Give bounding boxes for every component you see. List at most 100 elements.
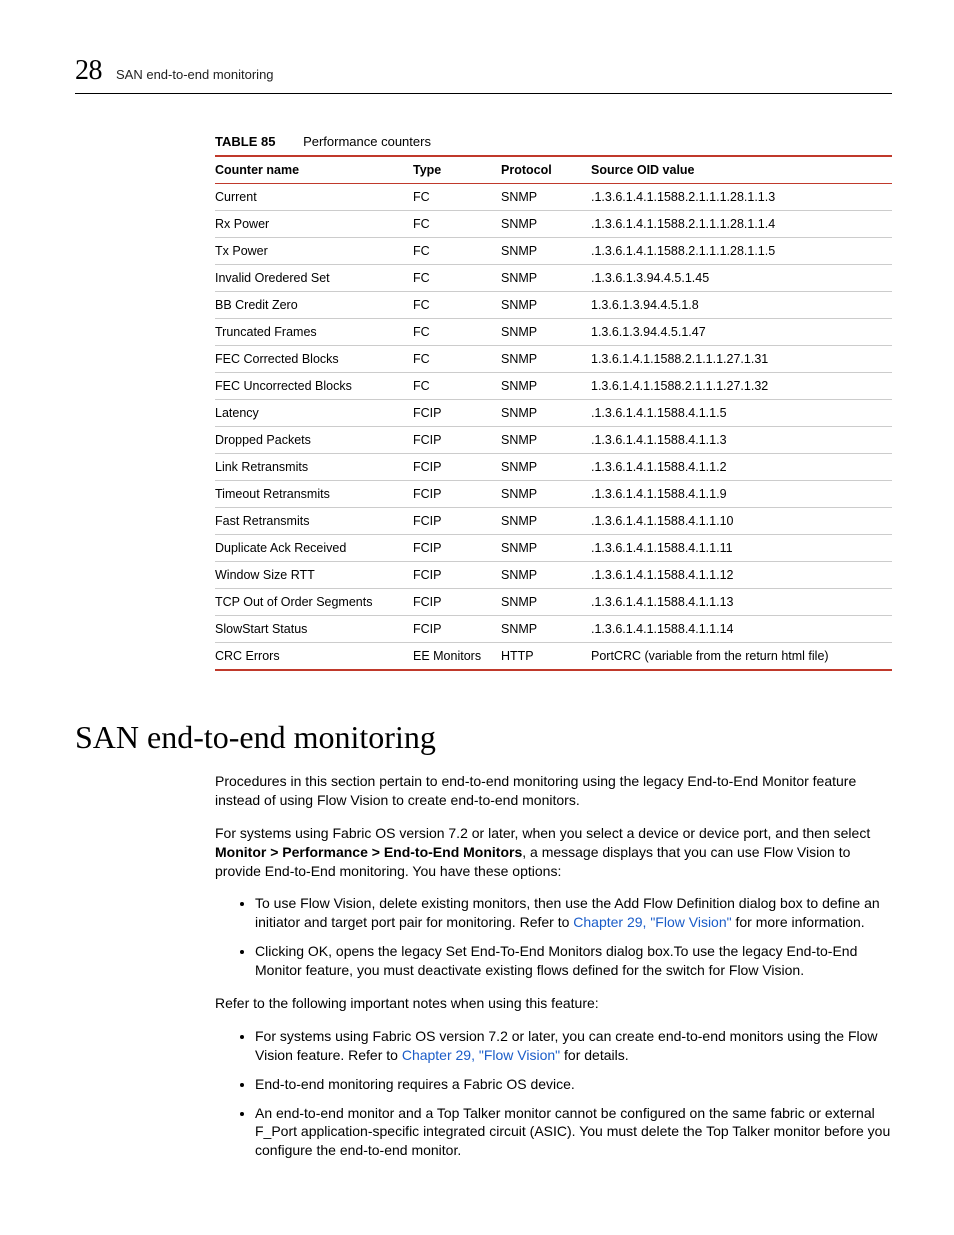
table-cell: FCIP xyxy=(413,589,501,616)
table-cell: SNMP xyxy=(501,265,591,292)
table-cell: .1.3.6.1.4.1.1588.4.1.1.10 xyxy=(591,508,892,535)
table-cell: FC xyxy=(413,265,501,292)
bullet-list: To use Flow Vision, delete existing moni… xyxy=(215,894,892,980)
table-row: Fast RetransmitsFCIPSNMP.1.3.6.1.4.1.158… xyxy=(215,508,892,535)
table-cell: SNMP xyxy=(501,346,591,373)
text-run: For systems using Fabric OS version 7.2 … xyxy=(215,825,870,841)
paragraph: Procedures in this section pertain to en… xyxy=(215,772,892,810)
table-cell: SNMP xyxy=(501,400,591,427)
table-cell: SNMP xyxy=(501,481,591,508)
table-cell: .1.3.6.1.4.1.1588.2.1.1.1.28.1.1.4 xyxy=(591,211,892,238)
table-cell: FCIP xyxy=(413,427,501,454)
table-cell: Duplicate Ack Received xyxy=(215,535,413,562)
table-cell: .1.3.6.1.4.1.1588.4.1.1.14 xyxy=(591,616,892,643)
cross-reference-link[interactable]: Chapter 29, "Flow Vision" xyxy=(573,914,731,930)
table-row: LatencyFCIPSNMP.1.3.6.1.4.1.1588.4.1.1.5 xyxy=(215,400,892,427)
table-cell: FCIP xyxy=(413,535,501,562)
table-cell: Timeout Retransmits xyxy=(215,481,413,508)
table-cell: .1.3.6.1.4.1.1588.4.1.1.13 xyxy=(591,589,892,616)
text-run: for details. xyxy=(560,1047,628,1063)
table-cell: FC xyxy=(413,184,501,211)
table-cell: FC xyxy=(413,238,501,265)
running-header: 28 SAN end-to-end monitoring xyxy=(75,55,892,94)
table-cell: SNMP xyxy=(501,508,591,535)
table-cell: FCIP xyxy=(413,616,501,643)
performance-counters-table: Counter name Type Protocol Source OID va… xyxy=(215,155,892,671)
table-cell: FC xyxy=(413,211,501,238)
table-cell: .1.3.6.1.4.1.1588.4.1.1.5 xyxy=(591,400,892,427)
table-cell: .1.3.6.1.4.1.1588.4.1.1.3 xyxy=(591,427,892,454)
chapter-number: 28 xyxy=(75,55,102,87)
table-header-row: Counter name Type Protocol Source OID va… xyxy=(215,156,892,184)
paragraph: For systems using Fabric OS version 7.2 … xyxy=(215,824,892,881)
table-cell: BB Credit Zero xyxy=(215,292,413,319)
table-cell: Rx Power xyxy=(215,211,413,238)
table-row: Truncated FramesFCSNMP1.3.6.1.3.94.4.5.1… xyxy=(215,319,892,346)
running-title: SAN end-to-end monitoring xyxy=(116,67,274,82)
bullet-list: For systems using Fabric OS version 7.2 … xyxy=(215,1027,892,1160)
table-cell: FCIP xyxy=(413,481,501,508)
table-row: SlowStart StatusFCIPSNMP.1.3.6.1.4.1.158… xyxy=(215,616,892,643)
text-run: , opens the legacy xyxy=(328,943,446,959)
table-cell: Tx Power xyxy=(215,238,413,265)
col-header-type: Type xyxy=(413,156,501,184)
table-row: Window Size RTTFCIPSNMP.1.3.6.1.4.1.1588… xyxy=(215,562,892,589)
table-cell: SlowStart Status xyxy=(215,616,413,643)
table-cell: SNMP xyxy=(501,184,591,211)
table-row: Timeout RetransmitsFCIPSNMP.1.3.6.1.4.1.… xyxy=(215,481,892,508)
table-row: FEC Corrected BlocksFCSNMP1.3.6.1.4.1.15… xyxy=(215,346,892,373)
table-row: CRC ErrorsEE MonitorsHTTPPortCRC (variab… xyxy=(215,643,892,671)
list-item: End-to-end monitoring requires a Fabric … xyxy=(255,1075,892,1094)
table-cell: PortCRC (variable from the return html f… xyxy=(591,643,892,671)
table-cell: SNMP xyxy=(501,211,591,238)
table-cell: .1.3.6.1.4.1.1588.4.1.1.12 xyxy=(591,562,892,589)
table-cell: Window Size RTT xyxy=(215,562,413,589)
table-cell: .1.3.6.1.4.1.1588.4.1.1.2 xyxy=(591,454,892,481)
col-header-source-oid: Source OID value xyxy=(591,156,892,184)
list-item: To use Flow Vision, delete existing moni… xyxy=(255,894,892,932)
table-label: TABLE 85 xyxy=(215,134,275,149)
table-cell: FC xyxy=(413,346,501,373)
table-cell: SNMP xyxy=(501,535,591,562)
table-cell: Latency xyxy=(215,400,413,427)
text-run: To use Flow Vision, delete existing moni… xyxy=(255,895,614,911)
table-row: Tx PowerFCSNMP.1.3.6.1.4.1.1588.2.1.1.1.… xyxy=(215,238,892,265)
bold-text: Monitor > Performance > End-to-End Monit… xyxy=(215,844,522,860)
table-cell: .1.3.6.1.4.1.1588.4.1.1.11 xyxy=(591,535,892,562)
table-row: Duplicate Ack ReceivedFCIPSNMP.1.3.6.1.4… xyxy=(215,535,892,562)
table-title: Performance counters xyxy=(303,134,431,149)
table-row: FEC Uncorrected BlocksFCSNMP1.3.6.1.4.1.… xyxy=(215,373,892,400)
table-cell: .1.3.6.1.3.94.4.5.1.45 xyxy=(591,265,892,292)
table-row: Rx PowerFCSNMP.1.3.6.1.4.1.1588.2.1.1.1.… xyxy=(215,211,892,238)
table-cell: SNMP xyxy=(501,292,591,319)
table-cell: FC xyxy=(413,373,501,400)
section-heading: SAN end-to-end monitoring xyxy=(75,719,892,756)
table-row: BB Credit ZeroFCSNMP1.3.6.1.3.94.4.5.1.8 xyxy=(215,292,892,319)
table-cell: FEC Uncorrected Blocks xyxy=(215,373,413,400)
table-cell: .1.3.6.1.4.1.1588.2.1.1.1.28.1.1.5 xyxy=(591,238,892,265)
table-cell: SNMP xyxy=(501,562,591,589)
list-item: An end-to-end monitor and a Top Talker m… xyxy=(255,1104,892,1161)
col-header-counter-name: Counter name xyxy=(215,156,413,184)
table-cell: Current xyxy=(215,184,413,211)
table-cell: SNMP xyxy=(501,427,591,454)
table-cell: SNMP xyxy=(501,454,591,481)
table-cell: .1.3.6.1.4.1.1588.4.1.1.9 xyxy=(591,481,892,508)
table-cell: 1.3.6.1.4.1.1588.2.1.1.1.27.1.31 xyxy=(591,346,892,373)
table-cell: SNMP xyxy=(501,616,591,643)
table-row: TCP Out of Order SegmentsFCIPSNMP.1.3.6.… xyxy=(215,589,892,616)
table-cell: 1.3.6.1.4.1.1588.2.1.1.1.27.1.32 xyxy=(591,373,892,400)
list-item: Clicking OK, opens the legacy Set End-To… xyxy=(255,942,892,980)
table-cell: EE Monitors xyxy=(413,643,501,671)
table-cell: 1.3.6.1.3.94.4.5.1.8 xyxy=(591,292,892,319)
table-row: CurrentFCSNMP.1.3.6.1.4.1.1588.2.1.1.1.2… xyxy=(215,184,892,211)
paragraph: Refer to the following important notes w… xyxy=(215,994,892,1013)
table-cell: Invalid Oredered Set xyxy=(215,265,413,292)
text-run: Clicking xyxy=(255,943,308,959)
cross-reference-link[interactable]: Chapter 29, "Flow Vision" xyxy=(402,1047,560,1063)
table-row: Invalid Oredered SetFCSNMP.1.3.6.1.3.94.… xyxy=(215,265,892,292)
table-cell: Dropped Packets xyxy=(215,427,413,454)
table-cell: FCIP xyxy=(413,508,501,535)
list-item: For systems using Fabric OS version 7.2 … xyxy=(255,1027,892,1065)
col-header-protocol: Protocol xyxy=(501,156,591,184)
